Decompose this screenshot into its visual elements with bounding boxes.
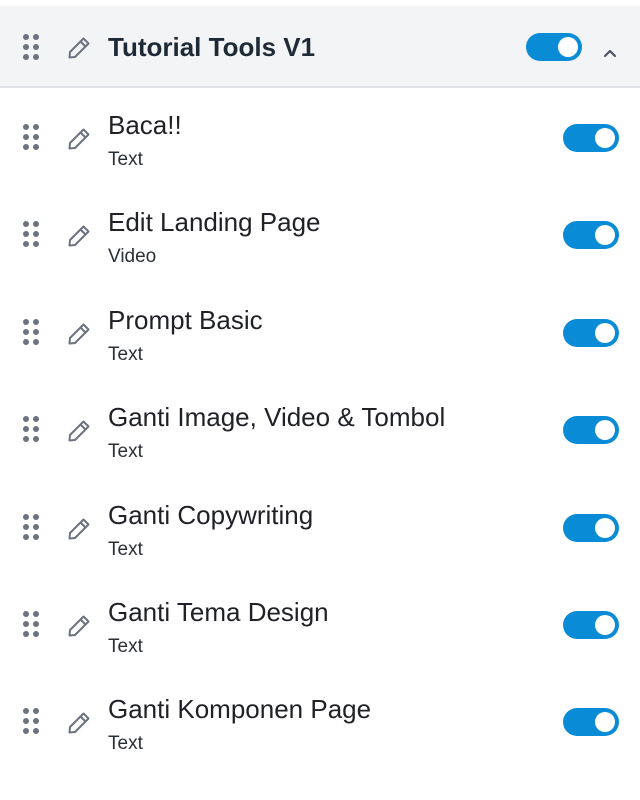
- toggle-knob: [595, 225, 615, 246]
- item-toggle[interactable]: [563, 124, 619, 152]
- drag-handle-icon[interactable]: [22, 707, 40, 735]
- item-title: Ganti Komponen Page: [108, 694, 372, 725]
- section-title: Tutorial Tools V1: [108, 32, 316, 62]
- list-item[interactable]: Ganti Tema Design Text: [0, 580, 640, 677]
- tutorial-panel: Tutorial Tools V1 Baca!! Text Edit Landing…: [0, 0, 640, 800]
- pencil-icon[interactable]: [66, 321, 92, 347]
- item-toggle[interactable]: [563, 708, 619, 737]
- toggle-knob: [595, 712, 615, 733]
- item-type: Text: [108, 149, 143, 170]
- toggle-knob: [595, 420, 615, 441]
- item-toggle[interactable]: [563, 221, 619, 250]
- pencil-icon[interactable]: [66, 418, 92, 444]
- chevron-up-icon[interactable]: [598, 41, 622, 65]
- list-item[interactable]: Ganti Komponen Page Text: [0, 677, 640, 774]
- drag-handle-icon[interactable]: [22, 415, 40, 443]
- list-item[interactable]: Ganti Copywriting Text: [0, 483, 640, 580]
- item-title: Ganti Copywriting: [108, 499, 314, 530]
- item-type: Text: [108, 733, 143, 755]
- toggle-knob: [595, 128, 615, 148]
- list-item[interactable]: Ganti Image, Video & Tombol Text: [0, 385, 640, 482]
- toggle-knob: [595, 517, 615, 538]
- toggle-knob: [595, 322, 615, 343]
- item-type: Text: [108, 636, 143, 657]
- section-toggle[interactable]: [526, 33, 582, 61]
- pencil-icon[interactable]: [66, 35, 92, 61]
- toggle-knob: [595, 615, 615, 635]
- list-item[interactable]: Baca!! Text: [0, 93, 640, 190]
- item-toggle[interactable]: [563, 611, 619, 639]
- item-title: Prompt Basic: [108, 304, 263, 335]
- drag-handle-icon[interactable]: [22, 220, 40, 248]
- pencil-icon[interactable]: [66, 126, 92, 152]
- list-item[interactable]: Prompt Basic Text: [0, 288, 640, 385]
- item-type: Text: [108, 538, 143, 560]
- item-title: Baca!!: [108, 110, 182, 140]
- drag-handle-icon[interactable]: [22, 318, 40, 346]
- pencil-icon[interactable]: [66, 613, 92, 639]
- pencil-icon[interactable]: [66, 516, 92, 542]
- section-header[interactable]: Tutorial Tools V1: [0, 6, 640, 88]
- item-title: Edit Landing Page: [108, 207, 321, 238]
- drag-handle-icon[interactable]: [22, 33, 40, 61]
- toggle-knob: [558, 37, 578, 57]
- drag-handle-icon[interactable]: [22, 123, 40, 151]
- item-type: Video: [108, 246, 157, 268]
- list-item[interactable]: Edit Landing Page Video: [0, 190, 640, 287]
- item-type: Text: [108, 343, 143, 365]
- item-title: Ganti Tema Design: [108, 597, 329, 627]
- item-toggle[interactable]: [563, 416, 619, 445]
- drag-handle-icon[interactable]: [22, 610, 40, 638]
- item-toggle[interactable]: [563, 513, 619, 542]
- pencil-icon[interactable]: [66, 710, 92, 736]
- drag-handle-icon[interactable]: [22, 513, 40, 541]
- item-type: Text: [108, 441, 143, 463]
- pencil-icon[interactable]: [66, 223, 92, 249]
- item-toggle[interactable]: [563, 318, 619, 347]
- item-title: Ganti Image, Video & Tombol: [108, 402, 446, 433]
